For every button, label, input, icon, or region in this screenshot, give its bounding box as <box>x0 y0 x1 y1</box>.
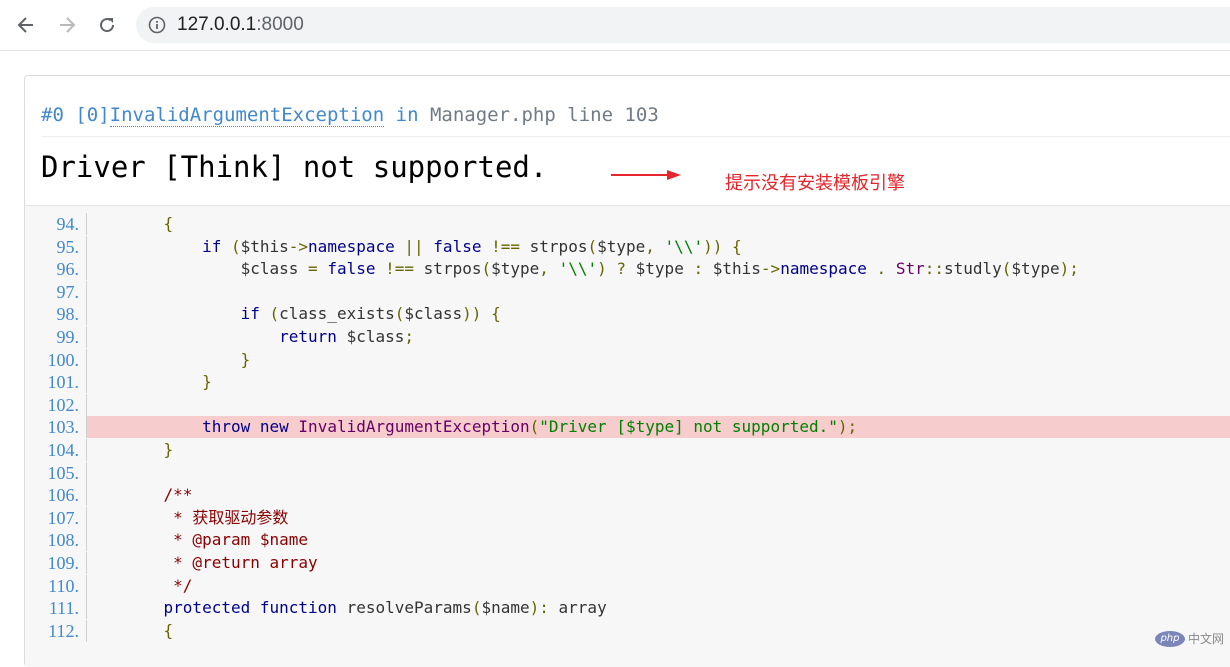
code-text: { <box>86 619 1230 642</box>
line-number: 101. <box>47 372 80 393</box>
code-text: throw new InvalidArgumentException("Driv… <box>86 416 1230 439</box>
line-number: 107. <box>47 507 80 528</box>
php-logo-icon: php <box>1154 630 1185 647</box>
code-line: 96. $class = false !== strpos($type, '\\… <box>25 258 1230 281</box>
code-line: 109. * @return array <box>25 552 1230 574</box>
reload-button[interactable] <box>93 11 121 39</box>
code-text <box>86 393 1230 416</box>
exception-class-link[interactable]: InvalidArgumentException <box>109 104 385 127</box>
code-text: } <box>86 439 1230 461</box>
code-line: 100. } <box>25 348 1230 371</box>
code-line: 94. { <box>25 213 1230 235</box>
line-number: 106. <box>47 485 80 506</box>
code-text: */ <box>86 574 1230 597</box>
url-text[interactable]: 127.0.0.1:8000 <box>177 14 304 36</box>
line-number: 110. <box>48 575 79 596</box>
code-line: 106. /** <box>25 484 1230 507</box>
code-line: 108. * @param $name <box>25 529 1230 552</box>
exception-location: Manager.php line 103 <box>429 104 659 126</box>
exception-frame: #0 [0] <box>41 104 110 126</box>
back-button[interactable] <box>12 11 40 39</box>
code-text: } <box>86 371 1230 394</box>
code-text <box>86 280 1230 303</box>
exception-info: #0 [0]InvalidArgumentException in Manage… <box>41 104 659 127</box>
code-line: 95. if ($this->namespace || false !== st… <box>25 235 1230 258</box>
line-number: 96. <box>56 259 80 280</box>
browser-toolbar: 127.0.0.1:8000 <box>0 0 1230 51</box>
code-text: if (class_exists($class)) { <box>86 303 1230 326</box>
line-number: 98. <box>56 304 80 325</box>
code-text: * @return array <box>86 552 1230 574</box>
code-line: 98. if (class_exists($class)) { <box>25 303 1230 326</box>
code-text: * @param $name <box>86 529 1230 552</box>
line-number: 95. <box>56 236 80 257</box>
exception-message: Driver [Think] not supported. <box>41 150 548 184</box>
line-number: 102. <box>47 394 80 415</box>
forward-button[interactable] <box>53 11 81 39</box>
source-code-block: 94. {95. if ($this->namespace || false !… <box>25 205 1230 667</box>
line-number: 103. <box>47 417 80 438</box>
url-port: :8000 <box>256 14 304 35</box>
address-bar[interactable]: 127.0.0.1:8000 <box>136 7 1230 43</box>
line-number: 108. <box>47 530 80 551</box>
line-number: 100. <box>47 349 80 370</box>
code-line: 107. * 获取驱动参数 <box>25 506 1230 529</box>
code-text: return $class; <box>86 326 1230 348</box>
code-line: 112. { <box>25 619 1230 642</box>
code-line: 110. */ <box>25 574 1230 597</box>
line-number: 97. <box>56 281 80 302</box>
line-number: 105. <box>47 462 80 483</box>
code-text: /** <box>86 484 1230 507</box>
watermark: php 中文网 <box>1154 630 1224 647</box>
line-number: 109. <box>47 553 80 573</box>
code-text: { <box>86 213 1230 235</box>
annotation-text: 提示没有安装模板引擎 <box>725 173 905 194</box>
code-line: 99. return $class; <box>25 326 1230 348</box>
line-number: 104. <box>47 440 80 460</box>
code-text <box>86 461 1230 484</box>
exception-panel: #0 [0]InvalidArgumentException in Manage… <box>24 75 1230 667</box>
code-text: protected function resolveParams($name):… <box>86 597 1230 620</box>
code-line: 102. <box>25 393 1230 416</box>
line-number: 112. <box>48 620 79 641</box>
code-line: 105. <box>25 461 1230 484</box>
line-number: 99. <box>56 327 80 347</box>
reload-icon <box>100 18 115 33</box>
divider <box>41 136 1230 137</box>
code-text: * 获取驱动参数 <box>86 506 1230 529</box>
code-text: if ($this->namespace || false !== strpos… <box>86 235 1230 258</box>
forward-arrow-icon <box>60 17 76 33</box>
code-line: 104. } <box>25 439 1230 461</box>
url-host: 127.0.0.1 <box>177 14 257 35</box>
line-number: 94. <box>56 214 80 234</box>
exception-in: in <box>395 104 419 126</box>
watermark-text: 中文网 <box>1187 632 1224 646</box>
code-line-highlighted: 103. throw new InvalidArgumentException(… <box>25 416 1230 439</box>
code-text: $class = false !== strpos($type, '\\') ?… <box>86 258 1230 281</box>
line-number: 111. <box>48 598 79 619</box>
code-text: } <box>86 348 1230 371</box>
code-line: 97. <box>25 280 1230 303</box>
back-arrow-icon <box>17 17 33 33</box>
info-icon[interactable] <box>148 16 166 34</box>
code-line: 101. } <box>25 371 1230 394</box>
code-line: 111. protected function resolveParams($n… <box>25 597 1230 620</box>
annotation-arrow-icon <box>611 170 681 180</box>
